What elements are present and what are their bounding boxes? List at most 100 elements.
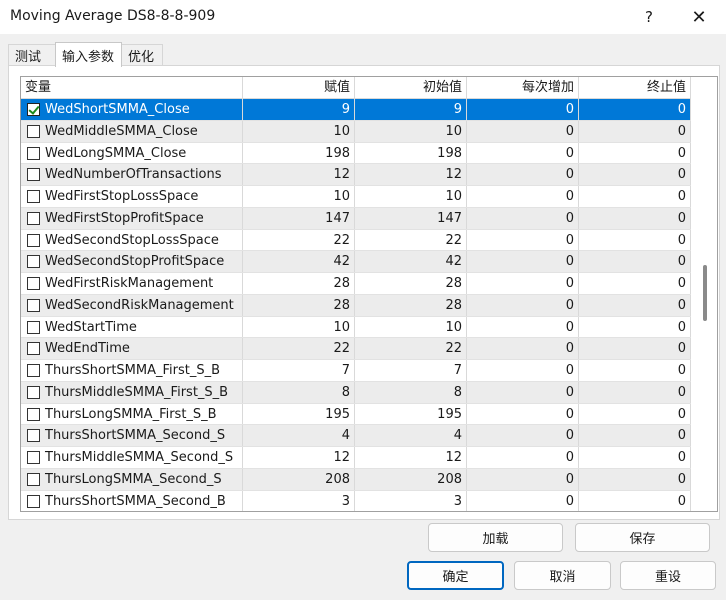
- step-cell[interactable]: 0: [467, 273, 579, 294]
- parameter-name-cell[interactable]: WedEndTime: [21, 338, 243, 359]
- step-cell[interactable]: 0: [467, 229, 579, 251]
- value-cell[interactable]: 10: [243, 316, 355, 338]
- initial-value-cell[interactable]: 195: [355, 403, 467, 425]
- end-value-cell[interactable]: 0: [579, 186, 691, 207]
- parameter-name-cell[interactable]: WedFirstRiskManagement: [21, 273, 243, 294]
- parameter-name-cell[interactable]: ThursShortSMMA_Second_B: [21, 490, 243, 511]
- initial-value-cell[interactable]: 8: [355, 381, 467, 403]
- table-row[interactable]: WedSecondStopProfitSpace 42 42 0 0: [21, 251, 691, 273]
- optimize-checkbox[interactable]: [27, 385, 40, 399]
- optimize-checkbox[interactable]: [27, 407, 40, 421]
- optimize-checkbox[interactable]: [27, 146, 40, 160]
- table-row[interactable]: WedFirstStopLossSpace 10 10 0 0: [21, 186, 691, 208]
- initial-value-cell[interactable]: 22: [355, 338, 467, 359]
- parameter-name-cell[interactable]: WedStartTime: [21, 316, 243, 338]
- optimize-checkbox[interactable]: [27, 103, 40, 116]
- optimize-checkbox[interactable]: [27, 364, 40, 377]
- optimize-checkbox[interactable]: [27, 168, 40, 182]
- value-cell[interactable]: 198: [243, 142, 355, 164]
- parameter-name-cell[interactable]: ThursMiddleSMMA_Second_S: [21, 447, 243, 468]
- end-value-cell[interactable]: 0: [579, 381, 691, 403]
- initial-value-cell[interactable]: 7: [355, 360, 467, 381]
- optimize-checkbox[interactable]: [27, 472, 40, 486]
- column-header-initial[interactable]: 初始值: [355, 77, 467, 99]
- parameter-name-cell[interactable]: WedFirstStopProfitSpace: [21, 207, 243, 229]
- optimize-checkbox[interactable]: [27, 124, 40, 138]
- optimize-checkbox[interactable]: [27, 451, 40, 464]
- optimize-checkbox[interactable]: [27, 342, 40, 356]
- initial-value-cell[interactable]: 208: [355, 468, 467, 490]
- end-value-cell[interactable]: 0: [579, 164, 691, 185]
- step-cell[interactable]: 0: [467, 99, 579, 120]
- value-cell[interactable]: 9: [243, 99, 355, 120]
- table-row[interactable]: ThursMiddleSMMA_Second_S 12 12 0 0: [21, 447, 691, 469]
- parameter-name-cell[interactable]: WedMiddleSMMA_Close: [21, 120, 243, 142]
- table-row[interactable]: ThursShortSMMA_Second_S 4 4 0 0: [21, 425, 691, 447]
- parameter-name-cell[interactable]: ThursLongSMMA_Second_S: [21, 468, 243, 490]
- end-value-cell[interactable]: 0: [579, 229, 691, 251]
- initial-value-cell[interactable]: 3: [355, 490, 467, 511]
- ok-button[interactable]: 确定: [407, 561, 504, 590]
- table-row[interactable]: WedStartTime 10 10 0 0: [21, 316, 691, 339]
- end-value-cell[interactable]: 0: [579, 207, 691, 229]
- end-value-cell[interactable]: 0: [579, 360, 691, 381]
- initial-value-cell[interactable]: 28: [355, 273, 467, 294]
- value-cell[interactable]: 195: [243, 403, 355, 425]
- optimize-checkbox[interactable]: [27, 277, 40, 290]
- value-cell[interactable]: 12: [243, 447, 355, 468]
- step-cell[interactable]: 0: [467, 381, 579, 403]
- column-header-step[interactable]: 每次增加: [467, 77, 579, 99]
- initial-value-cell[interactable]: 10: [355, 120, 467, 142]
- cancel-button[interactable]: 取消: [514, 561, 611, 590]
- optimize-checkbox[interactable]: [27, 429, 40, 443]
- end-value-cell[interactable]: 0: [579, 338, 691, 359]
- initial-value-cell[interactable]: 42: [355, 251, 467, 272]
- step-cell[interactable]: 0: [467, 403, 579, 425]
- step-cell[interactable]: 0: [467, 447, 579, 468]
- initial-value-cell[interactable]: 28: [355, 294, 467, 316]
- parameter-name-cell[interactable]: WedSecondStopProfitSpace: [21, 251, 243, 272]
- end-value-cell[interactable]: 0: [579, 142, 691, 164]
- step-cell[interactable]: 0: [467, 186, 579, 207]
- value-cell[interactable]: 147: [243, 207, 355, 229]
- step-cell[interactable]: 0: [467, 142, 579, 164]
- initial-value-cell[interactable]: 12: [355, 447, 467, 468]
- initial-value-cell[interactable]: 10: [355, 186, 467, 207]
- value-cell[interactable]: 7: [243, 360, 355, 381]
- scrollbar-thumb[interactable]: [703, 265, 707, 321]
- step-cell[interactable]: 0: [467, 490, 579, 511]
- table-row[interactable]: WedShortSMMA_Close 9 9 0 0: [21, 99, 691, 121]
- optimize-checkbox[interactable]: [27, 255, 40, 269]
- initial-value-cell[interactable]: 147: [355, 207, 467, 229]
- help-button[interactable]: ?: [626, 0, 672, 34]
- table-row[interactable]: WedSecondRiskManagement 28 28 0 0: [21, 294, 691, 317]
- parameter-name-cell[interactable]: WedSecondRiskManagement: [21, 294, 243, 316]
- initial-value-cell[interactable]: 22: [355, 229, 467, 251]
- end-value-cell[interactable]: 0: [579, 468, 691, 490]
- value-cell[interactable]: 10: [243, 120, 355, 142]
- parameter-name-cell[interactable]: WedLongSMMA_Close: [21, 142, 243, 164]
- end-value-cell[interactable]: 0: [579, 294, 691, 316]
- optimize-checkbox[interactable]: [27, 320, 40, 334]
- value-cell[interactable]: 3: [243, 490, 355, 511]
- parameter-name-cell[interactable]: ThursShortSMMA_First_S_B: [21, 360, 243, 381]
- table-row[interactable]: WedSecondStopLossSpace 22 22 0 0: [21, 229, 691, 252]
- optimize-checkbox[interactable]: [27, 298, 40, 312]
- initial-value-cell[interactable]: 12: [355, 164, 467, 185]
- end-value-cell[interactable]: 0: [579, 99, 691, 120]
- table-row[interactable]: WedNumberOfTransactions 12 12 0 0: [21, 164, 691, 186]
- value-cell[interactable]: 22: [243, 229, 355, 251]
- tab-input-parameters[interactable]: 输入参数: [55, 42, 122, 67]
- table-row[interactable]: ThursShortSMMA_Second_B 3 3 0 0: [21, 490, 691, 511]
- initial-value-cell[interactable]: 10: [355, 316, 467, 338]
- step-cell[interactable]: 0: [467, 468, 579, 490]
- end-value-cell[interactable]: 0: [579, 447, 691, 468]
- parameter-name-cell[interactable]: ThursLongSMMA_First_S_B: [21, 403, 243, 425]
- step-cell[interactable]: 0: [467, 360, 579, 381]
- value-cell[interactable]: 28: [243, 273, 355, 294]
- initial-value-cell[interactable]: 198: [355, 142, 467, 164]
- parameter-name-cell[interactable]: WedSecondStopLossSpace: [21, 229, 243, 251]
- end-value-cell[interactable]: 0: [579, 490, 691, 511]
- table-row[interactable]: WedMiddleSMMA_Close 10 10 0 0: [21, 120, 691, 143]
- value-cell[interactable]: 4: [243, 425, 355, 446]
